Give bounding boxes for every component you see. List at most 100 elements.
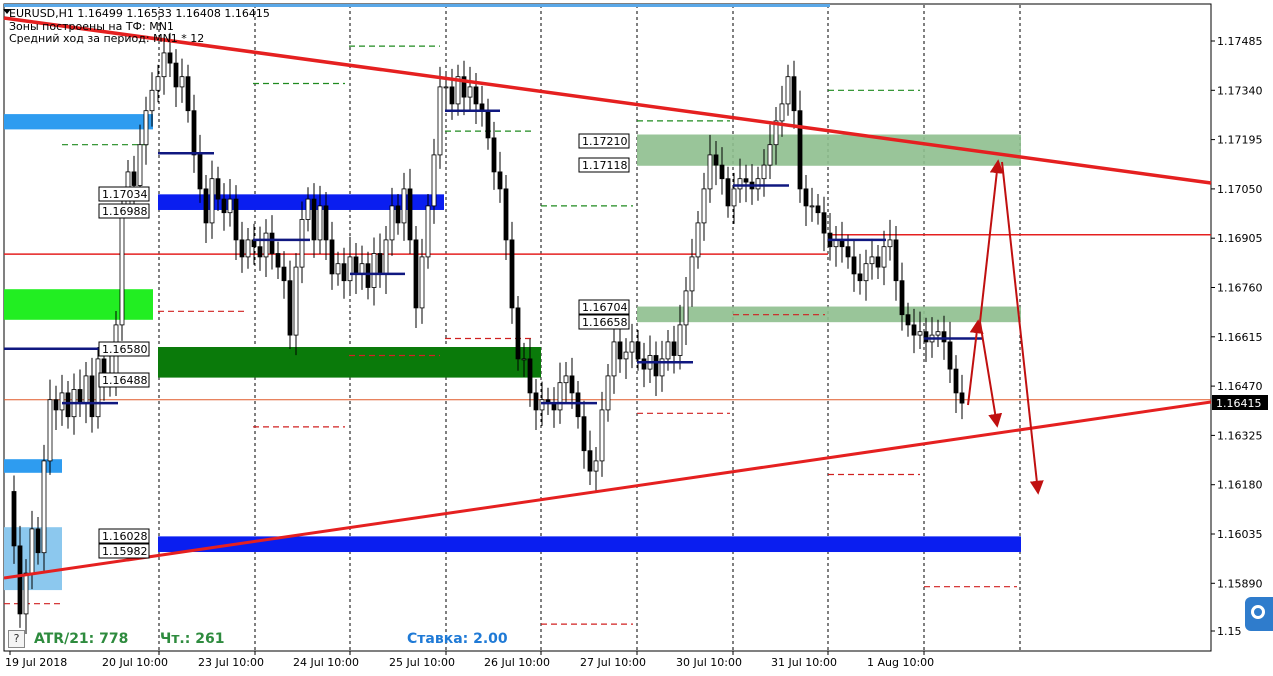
candle-body <box>893 239 899 282</box>
candle-body <box>791 76 797 112</box>
help-icon[interactable]: ? <box>8 630 25 648</box>
candle-body <box>575 392 581 418</box>
candle-body <box>539 399 545 411</box>
y-tick-label: 1.16470 <box>1217 380 1263 393</box>
candle-body <box>197 154 203 190</box>
zone-green-pale-mid <box>637 306 1021 323</box>
candle-body <box>605 375 611 411</box>
candle-body <box>899 280 905 316</box>
candle-body <box>701 188 707 224</box>
candle-body <box>263 232 269 258</box>
x-tick-label: 30 Jul 10:00 <box>676 656 742 669</box>
x-tick-label: 20 Jul 10:00 <box>102 656 168 669</box>
candle-body <box>905 314 911 326</box>
candle-body <box>59 392 65 411</box>
candle-body <box>563 375 569 384</box>
symbol-line: EURUSD,H1 1.16499 1.16533 1.16408 1.1641… <box>9 7 270 20</box>
candle-body <box>17 545 23 615</box>
candle-body <box>335 263 341 275</box>
candle-body <box>809 205 815 208</box>
zone-label: 1.16488 <box>102 374 148 387</box>
candle-body <box>935 331 941 336</box>
zone-blue-low <box>158 536 1021 553</box>
candle-body <box>77 389 83 404</box>
candle-body <box>911 324 917 336</box>
x-tick-label: 19 Jul 2018 <box>5 656 67 669</box>
y-tick-label: 1.15 <box>1217 625 1242 638</box>
candle-body <box>209 178 215 224</box>
x-tick-label: 23 Jul 10:00 <box>198 656 264 669</box>
candle-body <box>257 246 263 258</box>
price-chart[interactable]: 1.17210 1.17118 1.17034 1.16988 1.16704 1.166… <box>0 0 1273 676</box>
candle-body <box>491 137 497 173</box>
candle-body <box>431 154 437 207</box>
candle-body <box>869 256 875 265</box>
candle-body <box>131 171 137 186</box>
candle-body <box>293 266 299 336</box>
candle-body <box>635 341 641 360</box>
x-tick-label: 24 Jul 10:00 <box>293 656 359 669</box>
candle-body <box>191 110 197 156</box>
candle-body <box>311 198 317 241</box>
x-tick-label: 31 Jul 10:00 <box>771 656 837 669</box>
candle-body <box>917 331 923 336</box>
candle-body <box>617 341 623 360</box>
y-tick-label: 1.17195 <box>1217 134 1263 147</box>
candle-body <box>119 205 125 326</box>
candle-body <box>509 239 515 309</box>
y-tick-label: 1.17050 <box>1217 183 1263 196</box>
candle-body <box>677 324 683 356</box>
candle-body <box>47 399 53 462</box>
candle-body <box>665 341 671 360</box>
atr-label: ATR/21: 778 <box>34 631 129 647</box>
candle-body <box>521 358 527 361</box>
candle-body <box>227 198 233 214</box>
y-tick-label: 1.16615 <box>1217 331 1263 344</box>
zone-label: 1.16988 <box>102 205 148 218</box>
candle-body <box>437 86 443 156</box>
candle-body <box>215 178 221 200</box>
candle-body <box>569 375 575 394</box>
candle-body <box>347 256 353 282</box>
candle-body <box>515 307 521 360</box>
candle-body <box>797 110 803 190</box>
candle-body <box>803 188 809 207</box>
candle-body <box>761 164 767 180</box>
candle-body <box>689 256 695 292</box>
candle-body <box>467 86 473 98</box>
zone-label: 1.16658 <box>582 316 628 329</box>
candle-body <box>305 198 311 220</box>
candle-body <box>95 358 101 418</box>
candle-body <box>629 341 635 353</box>
candle-body <box>923 331 929 343</box>
zone-green-bright <box>4 289 153 320</box>
y-tick-label: 1.16760 <box>1217 282 1263 295</box>
candle-body <box>233 198 239 241</box>
candle-body <box>11 491 17 547</box>
candle-body <box>269 232 275 254</box>
candle-body <box>473 86 479 105</box>
candle-body <box>497 171 503 190</box>
y-tick-label: 1.16035 <box>1217 528 1263 541</box>
candle-body <box>851 256 857 275</box>
candle-body <box>203 188 209 224</box>
candle-body <box>341 263 347 282</box>
zone-label: 1.17118 <box>582 159 628 172</box>
candle-body <box>881 246 887 268</box>
candle-body <box>779 103 785 122</box>
teamviewer-icon[interactable] <box>1245 597 1273 631</box>
candle-body <box>23 572 29 615</box>
candle-body <box>185 76 191 112</box>
x-tick-label: 1 Aug 10:00 <box>867 656 934 669</box>
candle-body <box>221 198 227 214</box>
candle-body <box>599 409 605 462</box>
time-axis: 19 Jul 2018 20 Jul 10:00 23 Jul 10:00 24 Ju… <box>5 651 934 669</box>
candle-body <box>389 205 395 241</box>
candle-body <box>821 212 827 234</box>
candle-body <box>383 239 389 275</box>
candle-body <box>143 110 149 146</box>
avg-line: Средний ход за период: MN1 * 12 <box>9 32 205 45</box>
candle-body <box>941 331 947 343</box>
candle-body <box>155 76 161 91</box>
candle-body <box>365 263 371 288</box>
